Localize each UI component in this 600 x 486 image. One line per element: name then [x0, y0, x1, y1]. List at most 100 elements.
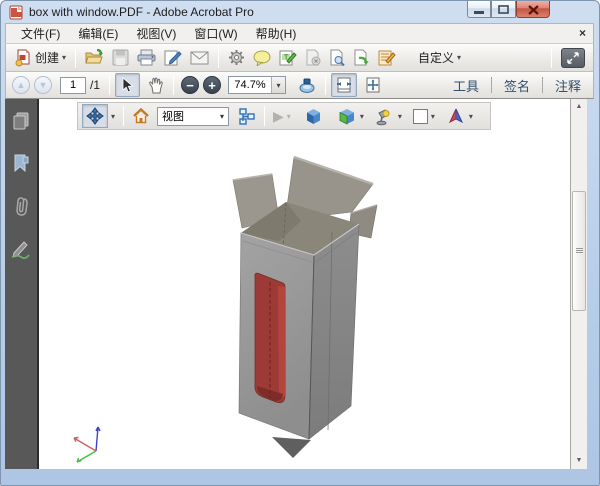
menu-view[interactable]: 视图(V): [127, 23, 185, 44]
search-page-button[interactable]: [325, 46, 349, 69]
fit-page-button[interactable]: [361, 74, 385, 96]
menu-file[interactable]: 文件(F): [12, 23, 69, 44]
bookmarks-icon[interactable]: [12, 153, 30, 173]
zoom-out-icon: −: [186, 79, 194, 92]
open-file-button[interactable]: [81, 46, 108, 69]
axis-triad-icon: [74, 427, 100, 462]
scrollbar-thumb[interactable]: [572, 191, 586, 311]
attachments-paperclip-icon[interactable]: [12, 195, 30, 217]
print-button[interactable]: [133, 46, 160, 69]
gear-icon: [228, 49, 245, 66]
fit-width-button[interactable]: [331, 73, 357, 97]
box-right-face: [309, 224, 359, 439]
zoom-dropdown-icon[interactable]: ▾: [271, 77, 285, 93]
page-count-label: /1: [90, 78, 100, 92]
fit-page-icon: [365, 77, 381, 93]
next-page-button[interactable]: ▼: [34, 76, 52, 94]
signatures-icon[interactable]: [10, 239, 32, 259]
save-icon: [112, 49, 129, 66]
vertical-scrollbar[interactable]: ▲ ▼: [570, 99, 587, 469]
sign-panel-button[interactable]: 签名: [492, 74, 542, 97]
create-pdf-icon: [14, 49, 32, 67]
select-cursor-icon: [120, 77, 135, 93]
customize-label: 自定义: [418, 49, 454, 66]
document-pane[interactable]: ▾ 视图 ▾: [39, 99, 570, 469]
fit-width-icon: [336, 77, 352, 93]
toolbar-separator: [75, 48, 76, 68]
page-thumbnails-icon[interactable]: [11, 111, 31, 131]
page-search-icon: [329, 49, 345, 66]
title-bar[interactable]: box with window.PDF - Adobe Acrobat Pro: [1, 1, 599, 23]
highlight-tool-button[interactable]: T: [275, 46, 301, 69]
delete-pages-button[interactable]: [301, 46, 325, 69]
zoom-in-button[interactable]: +: [203, 76, 221, 94]
toolbar-separator: [109, 75, 110, 95]
create-pdf-button[interactable]: 创建 ▾: [10, 46, 70, 70]
toolbar-separator: [173, 75, 174, 95]
close-icon: [528, 5, 539, 15]
open-folder-icon: [85, 49, 104, 66]
menu-bar: 文件(F) 编辑(E) 视图(V) 窗口(W) 帮助(H) ×: [5, 23, 594, 44]
comment-panel-button[interactable]: 注释: [543, 74, 593, 97]
pdf-app-icon: [9, 5, 24, 20]
window-title: box with window.PDF - Adobe Acrobat Pro: [29, 5, 254, 19]
page-export-icon: [353, 49, 370, 66]
scroll-up-button[interactable]: ▲: [571, 99, 587, 115]
fullscreen-toggle-button[interactable]: [561, 48, 585, 68]
menu-help[interactable]: 帮助(H): [247, 23, 306, 44]
email-button[interactable]: [186, 48, 213, 68]
page-delete-icon: [305, 49, 321, 66]
envelope-icon: [190, 51, 209, 65]
main-toolbar: 创建 ▾: [5, 44, 594, 72]
next-page-icon: ▼: [39, 80, 48, 90]
minimize-icon: [474, 5, 484, 14]
save-button[interactable]: [108, 46, 133, 69]
previous-page-button[interactable]: ▲: [12, 76, 30, 94]
toolbar-separator: [218, 48, 219, 68]
sign-pencil-icon: [164, 49, 182, 66]
forms-tool-button[interactable]: [374, 46, 400, 69]
page-display-button[interactable]: [294, 74, 320, 96]
comment-tool-button[interactable]: [249, 47, 275, 69]
scroll-down-button[interactable]: ▼: [571, 453, 587, 469]
menu-window[interactable]: 窗口(W): [185, 23, 246, 44]
expand-arrows-icon: [567, 52, 579, 64]
tools-panel-button[interactable]: 工具: [441, 74, 491, 97]
speech-bubble-icon: [253, 50, 271, 66]
hand-icon: [148, 77, 164, 94]
export-pdf-button[interactable]: [349, 46, 374, 69]
acrobat-window: box with window.PDF - Adobe Acrobat Pro …: [0, 0, 600, 486]
zoom-level-control[interactable]: ▾: [228, 76, 286, 94]
navigation-toolbar: ▲ ▼ /1 − + ▾: [5, 72, 594, 99]
print-icon: [137, 49, 156, 66]
toolbar-separator: [325, 75, 326, 95]
form-edit-icon: [378, 49, 396, 66]
box-bottom: [272, 437, 311, 458]
previous-page-icon: ▲: [17, 80, 26, 90]
minimize-button[interactable]: [467, 1, 491, 18]
select-tool-button[interactable]: [115, 73, 140, 97]
page-number-input[interactable]: [60, 77, 86, 94]
maximize-icon: [498, 5, 509, 14]
toolbar-separator: [551, 48, 552, 68]
create-label: 创建: [35, 49, 59, 66]
sign-document-button[interactable]: [160, 46, 186, 69]
close-button[interactable]: [516, 1, 550, 18]
content-area: ▾ 视图 ▾: [5, 99, 587, 469]
zoom-level-input[interactable]: [229, 79, 271, 91]
highlighter-icon: T: [279, 49, 297, 66]
menu-edit[interactable]: 编辑(E): [69, 23, 127, 44]
scrollbar-grip: [576, 248, 583, 249]
close-document-icon[interactable]: ×: [579, 26, 586, 40]
zoom-out-button[interactable]: −: [181, 76, 199, 94]
maximize-button[interactable]: [491, 1, 516, 18]
zoom-in-icon: +: [208, 79, 216, 92]
settings-button[interactable]: [224, 46, 249, 69]
ink-bottle-icon: [298, 77, 316, 93]
create-chevron-icon: ▾: [62, 53, 66, 62]
hand-tool-button[interactable]: [144, 74, 168, 97]
customize-button[interactable]: 自定义 ▾: [414, 46, 465, 69]
navigation-rail: [5, 99, 39, 469]
customize-chevron-icon: ▾: [457, 53, 461, 62]
3d-box-model[interactable]: [39, 99, 570, 469]
